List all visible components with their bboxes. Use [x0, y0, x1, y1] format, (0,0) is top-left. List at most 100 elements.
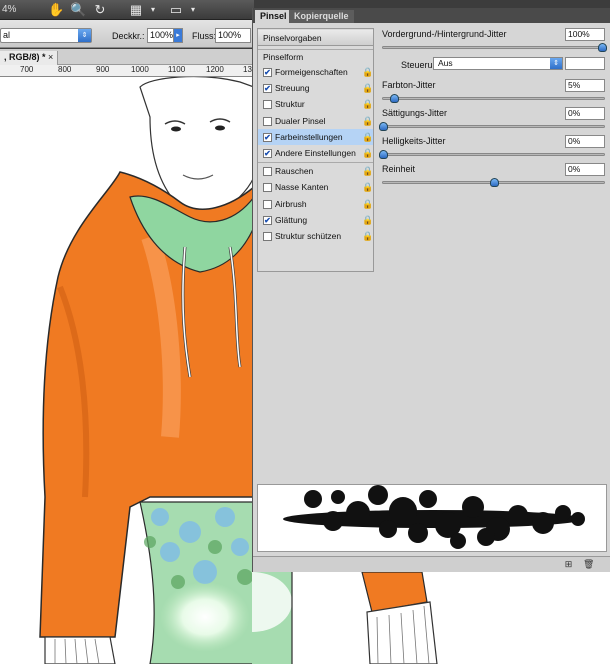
close-tab-icon[interactable]: × [48, 52, 53, 62]
control-extra-field[interactable] [565, 57, 605, 70]
lock-icon[interactable]: 🔒 [362, 99, 373, 109]
arrange-documents-icon[interactable]: ▦ [128, 2, 144, 18]
document-canvas-lower[interactable] [252, 572, 610, 664]
brush-option-label: Dualer Pinsel [275, 115, 326, 126]
brush-option-label: Andere Einstellungen [275, 148, 356, 158]
brush-option-item[interactable]: ✔ Formeigenschaften 🔒 [258, 64, 373, 80]
checkbox-unchecked-icon[interactable] [263, 116, 272, 126]
lock-icon[interactable]: 🔒 [362, 182, 373, 192]
checkbox-unchecked-icon[interactable] [263, 232, 272, 241]
fg-bg-jitter-field[interactable]: 100% [565, 28, 605, 41]
lock-icon[interactable]: 🔒 [362, 132, 373, 142]
brush-stroke-preview [257, 484, 607, 552]
lock-icon[interactable]: 🔒 [362, 166, 373, 176]
checkbox-unchecked-icon[interactable] [263, 167, 272, 177]
rotate-view-icon[interactable]: ↻ [92, 2, 108, 18]
hand-tool-icon[interactable]: ✋ [48, 2, 64, 18]
opacity-label: Deckkr.: [112, 31, 145, 41]
brush-option-label: Streuung [275, 83, 310, 94]
brush-option-item[interactable]: Airbrush 🔒 [258, 196, 373, 212]
select-arrows-icon: ⇕ [78, 29, 91, 42]
brush-option-label: Glättung [275, 214, 308, 225]
checkbox-checked-icon[interactable]: ✔ [263, 215, 272, 225]
brush-option-item[interactable]: Struktur 🔒 [258, 96, 373, 112]
fg-bg-jitter-slider[interactable] [382, 43, 607, 52]
brightness-jitter-slider[interactable] [379, 150, 605, 159]
brush-option-item[interactable]: ✔ Farbeinstellungen 🔒 [258, 128, 373, 145]
panel-tab-bar: Pinsel Kopierquelle [253, 8, 610, 23]
artwork-illustration-lower [252, 572, 438, 664]
brush-tip-shape-item[interactable]: Pinselform [258, 49, 373, 65]
brush-presets-button[interactable]: Pinselvorgaben [258, 30, 373, 46]
checkbox-unchecked-icon[interactable] [263, 199, 272, 209]
brush-option-item[interactable]: Dualer Pinsel 🔒 [258, 113, 373, 129]
screen-mode-icon[interactable]: ▭ [168, 2, 184, 18]
lock-icon[interactable]: 🔒 [362, 148, 373, 158]
tab-kopierquelle[interactable]: Kopierquelle [289, 10, 354, 23]
checkbox-checked-icon[interactable]: ✔ [263, 84, 272, 94]
new-preset-icon[interactable]: ⊞ [563, 559, 574, 570]
brush-option-label: Airbrush [275, 198, 307, 209]
ruler-tick: 1200 [206, 65, 224, 74]
brush-option-label: Struktur [275, 99, 305, 110]
panel-footer: ⊞ 🗑 [253, 556, 610, 572]
opacity-dropdown-icon[interactable]: ▸ [173, 28, 183, 43]
ruler-tick: 800 [58, 65, 72, 74]
hue-jitter-slider[interactable] [382, 94, 605, 103]
brush-option-item[interactable]: ✔ Glättung 🔒 [258, 212, 373, 228]
lock-icon[interactable]: 🔒 [362, 215, 373, 225]
zoom-level[interactable]: 4% [2, 4, 16, 15]
zoom-tool-icon[interactable]: 🔍 [70, 2, 86, 18]
lock-icon[interactable]: 🔒 [362, 67, 373, 77]
checkbox-unchecked-icon[interactable] [263, 100, 272, 110]
brush-presets-label: Pinselvorgaben [263, 33, 322, 43]
ruler-tick: 700 [20, 65, 34, 74]
lock-icon[interactable]: 🔒 [362, 83, 373, 93]
brightness-jitter-field[interactable]: 0% [565, 135, 605, 148]
brush-tip-shape-label: Pinselform [263, 52, 304, 62]
slider-thumb[interactable] [379, 150, 388, 159]
checkbox-unchecked-icon[interactable] [263, 183, 272, 193]
slider-thumb[interactable] [390, 94, 400, 103]
ruler-tick: 900 [96, 65, 110, 74]
horizontal-ruler: 700 800 900 1000 1100 1200 1300 [0, 65, 254, 77]
brush-option-item[interactable]: Nasse Kanten 🔒 [258, 179, 373, 195]
application-bar: 4% ✋ 🔍 ↻ ▦ ▾ ▭ ▾ [0, 0, 254, 20]
blend-mode-select[interactable]: al ⇕ [0, 28, 92, 43]
saturation-jitter-field[interactable]: 0% [565, 107, 605, 120]
slider-thumb[interactable] [379, 122, 388, 131]
tab-pinsel[interactable]: Pinsel [255, 10, 292, 23]
saturation-jitter-slider[interactable] [379, 122, 605, 131]
checkbox-checked-icon[interactable]: ✔ [263, 68, 272, 77]
document-tab[interactable]: , RGB/8) * × [0, 51, 59, 65]
lock-icon[interactable]: 🔒 [362, 231, 373, 241]
document-title: , RGB/8) * [4, 52, 46, 62]
brush-option-item[interactable]: Struktur schützen 🔒 [258, 228, 373, 244]
control-select-value: Aus [438, 58, 453, 68]
brush-option-item[interactable]: Rauschen 🔒 [258, 163, 373, 179]
purity-field[interactable]: 0% [565, 163, 605, 176]
chevron-down-icon[interactable]: ▾ [185, 2, 201, 18]
lock-icon[interactable]: 🔒 [362, 116, 373, 126]
trash-icon[interactable]: 🗑 [583, 559, 594, 570]
checkbox-checked-icon[interactable]: ✔ [263, 132, 272, 142]
hue-jitter-field[interactable]: 5% [565, 79, 605, 92]
purity-slider[interactable] [382, 178, 605, 187]
options-bar: al ⇕ Deckkr.: 100% ▸ Fluss: 100% [0, 20, 254, 48]
lock-icon[interactable]: 🔒 [362, 199, 373, 209]
brush-option-label: Farbeinstellungen [275, 131, 343, 142]
brightness-jitter-label: Helligkeits-Jitter [382, 136, 446, 146]
ruler-tick: 1000 [131, 65, 149, 74]
slider-thumb[interactable] [598, 43, 607, 52]
document-canvas[interactable] [0, 77, 254, 664]
chevron-down-icon[interactable]: ▾ [145, 2, 161, 18]
slider-thumb[interactable] [489, 178, 499, 187]
brush-option-item[interactable]: ✔ Streuung 🔒 [258, 80, 373, 96]
brush-options-list: Pinselvorgaben Pinselform ✔ Formeigenscha… [257, 28, 374, 272]
control-select[interactable]: Aus ⇕ [433, 57, 563, 70]
brush-panel: Pinsel Kopierquelle Pinselvorgaben Pinse… [252, 8, 610, 572]
artwork-illustration [39, 77, 254, 664]
brush-option-item[interactable]: ✔ Andere Einstellungen 🔒 [258, 145, 373, 161]
checkbox-checked-icon[interactable]: ✔ [263, 149, 272, 158]
flow-field[interactable]: 100% [215, 28, 251, 43]
